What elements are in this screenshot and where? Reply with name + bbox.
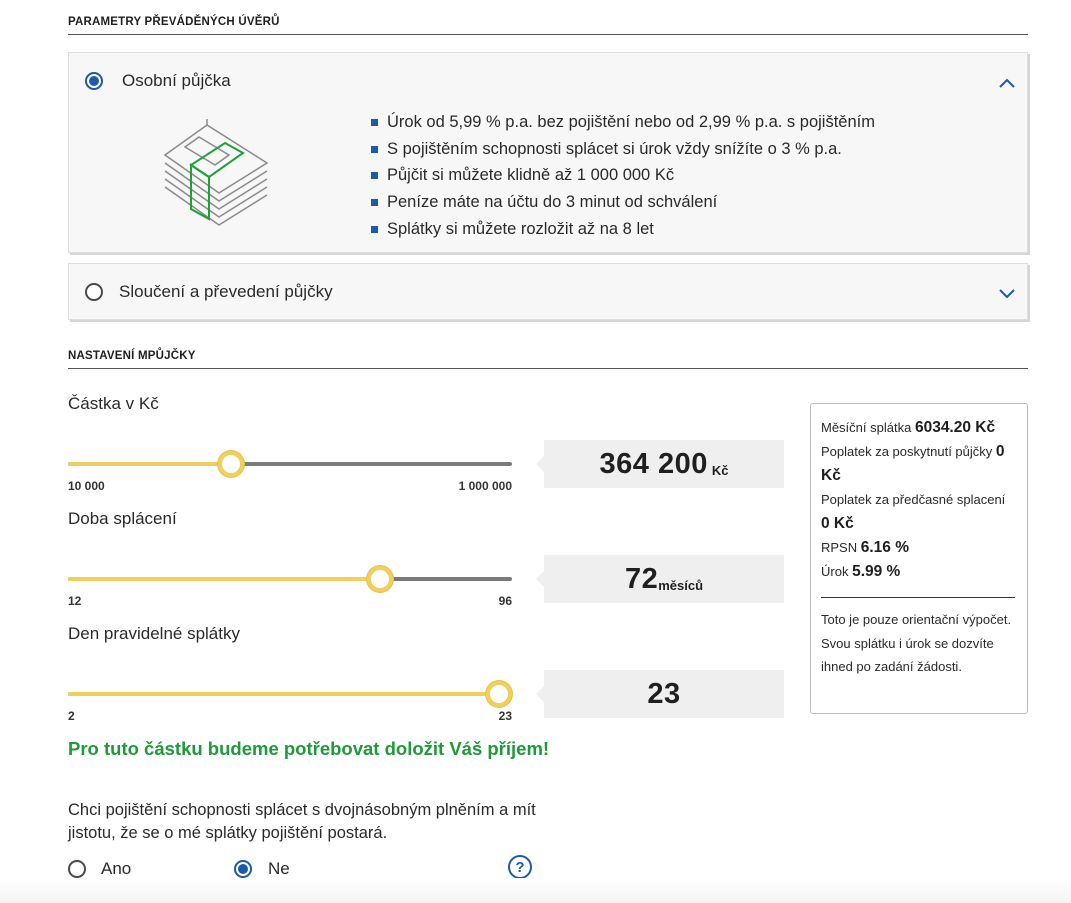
fee-grant-row: Poplatek za poskytnutí půjčky 0 Kč (821, 440, 1017, 488)
term-value: 72 (624, 562, 659, 595)
rpsn-value: 6.16 % (860, 539, 910, 556)
amount-min-label: 10 000 (68, 479, 105, 493)
payment-day-slider[interactable] (68, 680, 512, 710)
benefit-item: S pojištěním schopnosti splácet si úrok … (371, 136, 875, 163)
payment-day-max-label: 23 (498, 709, 512, 723)
chevron-up-icon[interactable] (997, 76, 1017, 90)
amount-value-box[interactable]: 364 200 Kč (536, 440, 784, 488)
radio-merge-loan[interactable] (85, 283, 103, 301)
benefit-item: Peníze máte na účtu do 3 minut od schvál… (371, 189, 875, 216)
benefits-list: Úrok od 5,99 % p.a. bez pojištění nebo o… (371, 109, 875, 243)
amount-value: 364 200 (599, 447, 708, 480)
amount-slider[interactable] (68, 450, 512, 480)
term-min-label: 12 (68, 594, 82, 608)
slider-fill (68, 577, 380, 581)
chevron-down-icon[interactable] (997, 286, 1017, 300)
term-label: Doba splácení (68, 509, 177, 528)
slider-fill (68, 692, 499, 696)
fee-early-label: Poplatek za předčasné splacení (821, 492, 1006, 507)
summary-divider (821, 597, 1015, 598)
payment-day-min-label: 2 (68, 709, 75, 723)
payment-day-label: Den pravidelné splátky (68, 624, 240, 643)
amount-unit: Kč (711, 463, 729, 478)
money-stack-icon (163, 119, 269, 226)
rate-value: 5.99 % (852, 563, 901, 580)
accordion-label-merge-loan[interactable]: Sloučení a převedení půjčky (119, 282, 333, 302)
radio-insurance-yes[interactable] (68, 860, 86, 878)
slider-fill (68, 462, 231, 466)
fee-grant-label: Poplatek za poskytnutí půjčky (821, 444, 993, 459)
rpsn-row: RPSN 6.16 % (821, 536, 1017, 560)
loan-summary-box: Měsíční splátka 6034.20 Kč Poplatek za p… (810, 403, 1028, 714)
section-title-loan-params: PARAMETRY PŘEVÁDĚNÝCH ÚVĚRŮ (68, 16, 280, 28)
term-unit: měsíců (658, 578, 704, 593)
section-title-loan-settings: NASTAVENÍ MPŮJČKY (68, 350, 196, 362)
income-required-message: Pro tuto částku budeme potřebovat doloži… (68, 738, 550, 759)
payment-day-value: 23 (647, 677, 681, 710)
help-icon[interactable]: ? (508, 855, 532, 879)
slider-thumb[interactable] (366, 566, 393, 592)
monthly-payment-value: 6034.20 Kč (914, 419, 996, 436)
radio-personal-loan[interactable] (85, 72, 103, 90)
benefit-item: Úrok od 5,99 % p.a. bez pojištění nebo o… (371, 109, 875, 136)
benefit-item: Splátky si můžete rozložit až na 8 let (371, 216, 875, 243)
benefit-item: Půjčit si můžete klidně až 1 000 000 Kč (371, 162, 875, 189)
section-divider (68, 34, 1028, 35)
amount-max-label: 1 000 000 (458, 479, 512, 493)
rpsn-label: RPSN (821, 540, 858, 555)
fee-early-value: 0 Kč (821, 515, 854, 532)
slider-thumb[interactable] (217, 451, 244, 477)
monthly-payment-label: Měsíční splátka (821, 420, 912, 435)
section-divider (68, 368, 1028, 369)
insurance-no-label[interactable]: Ne (268, 859, 290, 879)
rate-label: Úrok (821, 564, 849, 579)
accordion-merge-loan[interactable]: Sloučení a převedení půjčky (68, 263, 1028, 320)
radio-insurance-no[interactable] (234, 860, 252, 878)
term-value-box[interactable]: 72 měsíců (536, 555, 784, 603)
accordion-label-personal-loan[interactable]: Osobní půjčka (122, 71, 231, 91)
fee-early-row: Poplatek za předčasné splacení 0 Kč (821, 488, 1017, 536)
rate-row: Úrok 5.99 % (821, 560, 1017, 584)
payment-day-value-box[interactable]: 23 (536, 670, 784, 718)
summary-note: Toto je pouze orientační výpočet. Svou s… (821, 612, 1012, 674)
amount-label: Částka v Kč (68, 394, 159, 413)
bottom-shadow (0, 878, 1071, 903)
insurance-question: Chci pojištění schopnosti splácet s dvoj… (68, 801, 536, 842)
monthly-payment-row: Měsíční splátka 6034.20 Kč (821, 416, 1017, 440)
term-max-label: 96 (498, 594, 512, 608)
insurance-yes-label[interactable]: Ano (101, 859, 131, 879)
slider-thumb[interactable] (486, 681, 512, 707)
term-slider[interactable] (68, 565, 512, 595)
accordion-personal-loan[interactable]: Osobní půjčka Úrok od 5,99 % p.a. bez po… (68, 52, 1028, 253)
